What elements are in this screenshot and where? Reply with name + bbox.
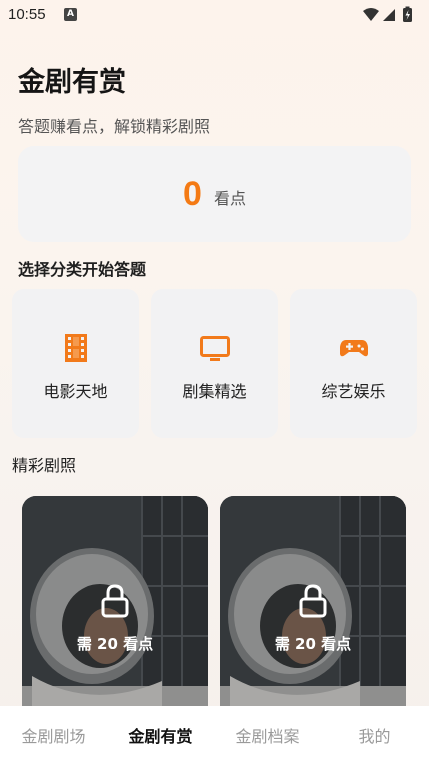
film-icon — [64, 334, 87, 362]
unlock-cost-label: 需 20 看点 — [76, 635, 154, 653]
bottom-tab-bar: 金剧剧场 金剧有赏 金剧档案 我的 — [0, 706, 429, 764]
locked-photo-card[interactable]: 需 20 看点 — [22, 496, 208, 726]
points-card: 0 看点 — [18, 146, 411, 242]
gamepad-icon — [339, 340, 368, 357]
notification-icon: A — [64, 8, 77, 21]
category-label: 电影天地 — [43, 382, 108, 401]
page-subtitle: 答题赚看点，解锁精彩剧照 — [18, 117, 211, 136]
status-time: 10:55 — [8, 6, 46, 23]
tab-profile[interactable]: 我的 — [321, 723, 428, 747]
wifi-icon — [363, 8, 379, 21]
status-icons — [363, 6, 412, 22]
tab-theater[interactable]: 金剧剧场 — [0, 723, 107, 747]
tv-icon — [199, 336, 230, 361]
unlock-cost-label: 需 20 看点 — [274, 635, 352, 653]
status-bar: 10:55 A — [0, 0, 429, 30]
category-section-title: 选择分类开始答题 — [18, 260, 147, 279]
category-card-movies[interactable]: 电影天地 — [12, 289, 139, 438]
points-unit: 看点 — [213, 189, 246, 208]
tab-archive[interactable]: 金剧档案 — [214, 723, 321, 747]
page-title: 金剧有赏 — [18, 67, 126, 98]
category-label: 剧集精选 — [182, 382, 247, 401]
lock-icon — [299, 584, 327, 618]
category-card-variety[interactable]: 综艺娱乐 — [290, 289, 417, 438]
lock-icon — [101, 584, 129, 618]
tab-rewards[interactable]: 金剧有赏 — [107, 723, 214, 747]
locked-photo-card[interactable]: 需 20 看点 — [220, 496, 406, 726]
signal-icon — [383, 9, 395, 21]
category-label: 综艺娱乐 — [321, 382, 386, 401]
category-card-series[interactable]: 剧集精选 — [151, 289, 278, 438]
gallery-section-title: 精彩剧照 — [12, 456, 77, 475]
points-value: 0 — [183, 174, 202, 213]
